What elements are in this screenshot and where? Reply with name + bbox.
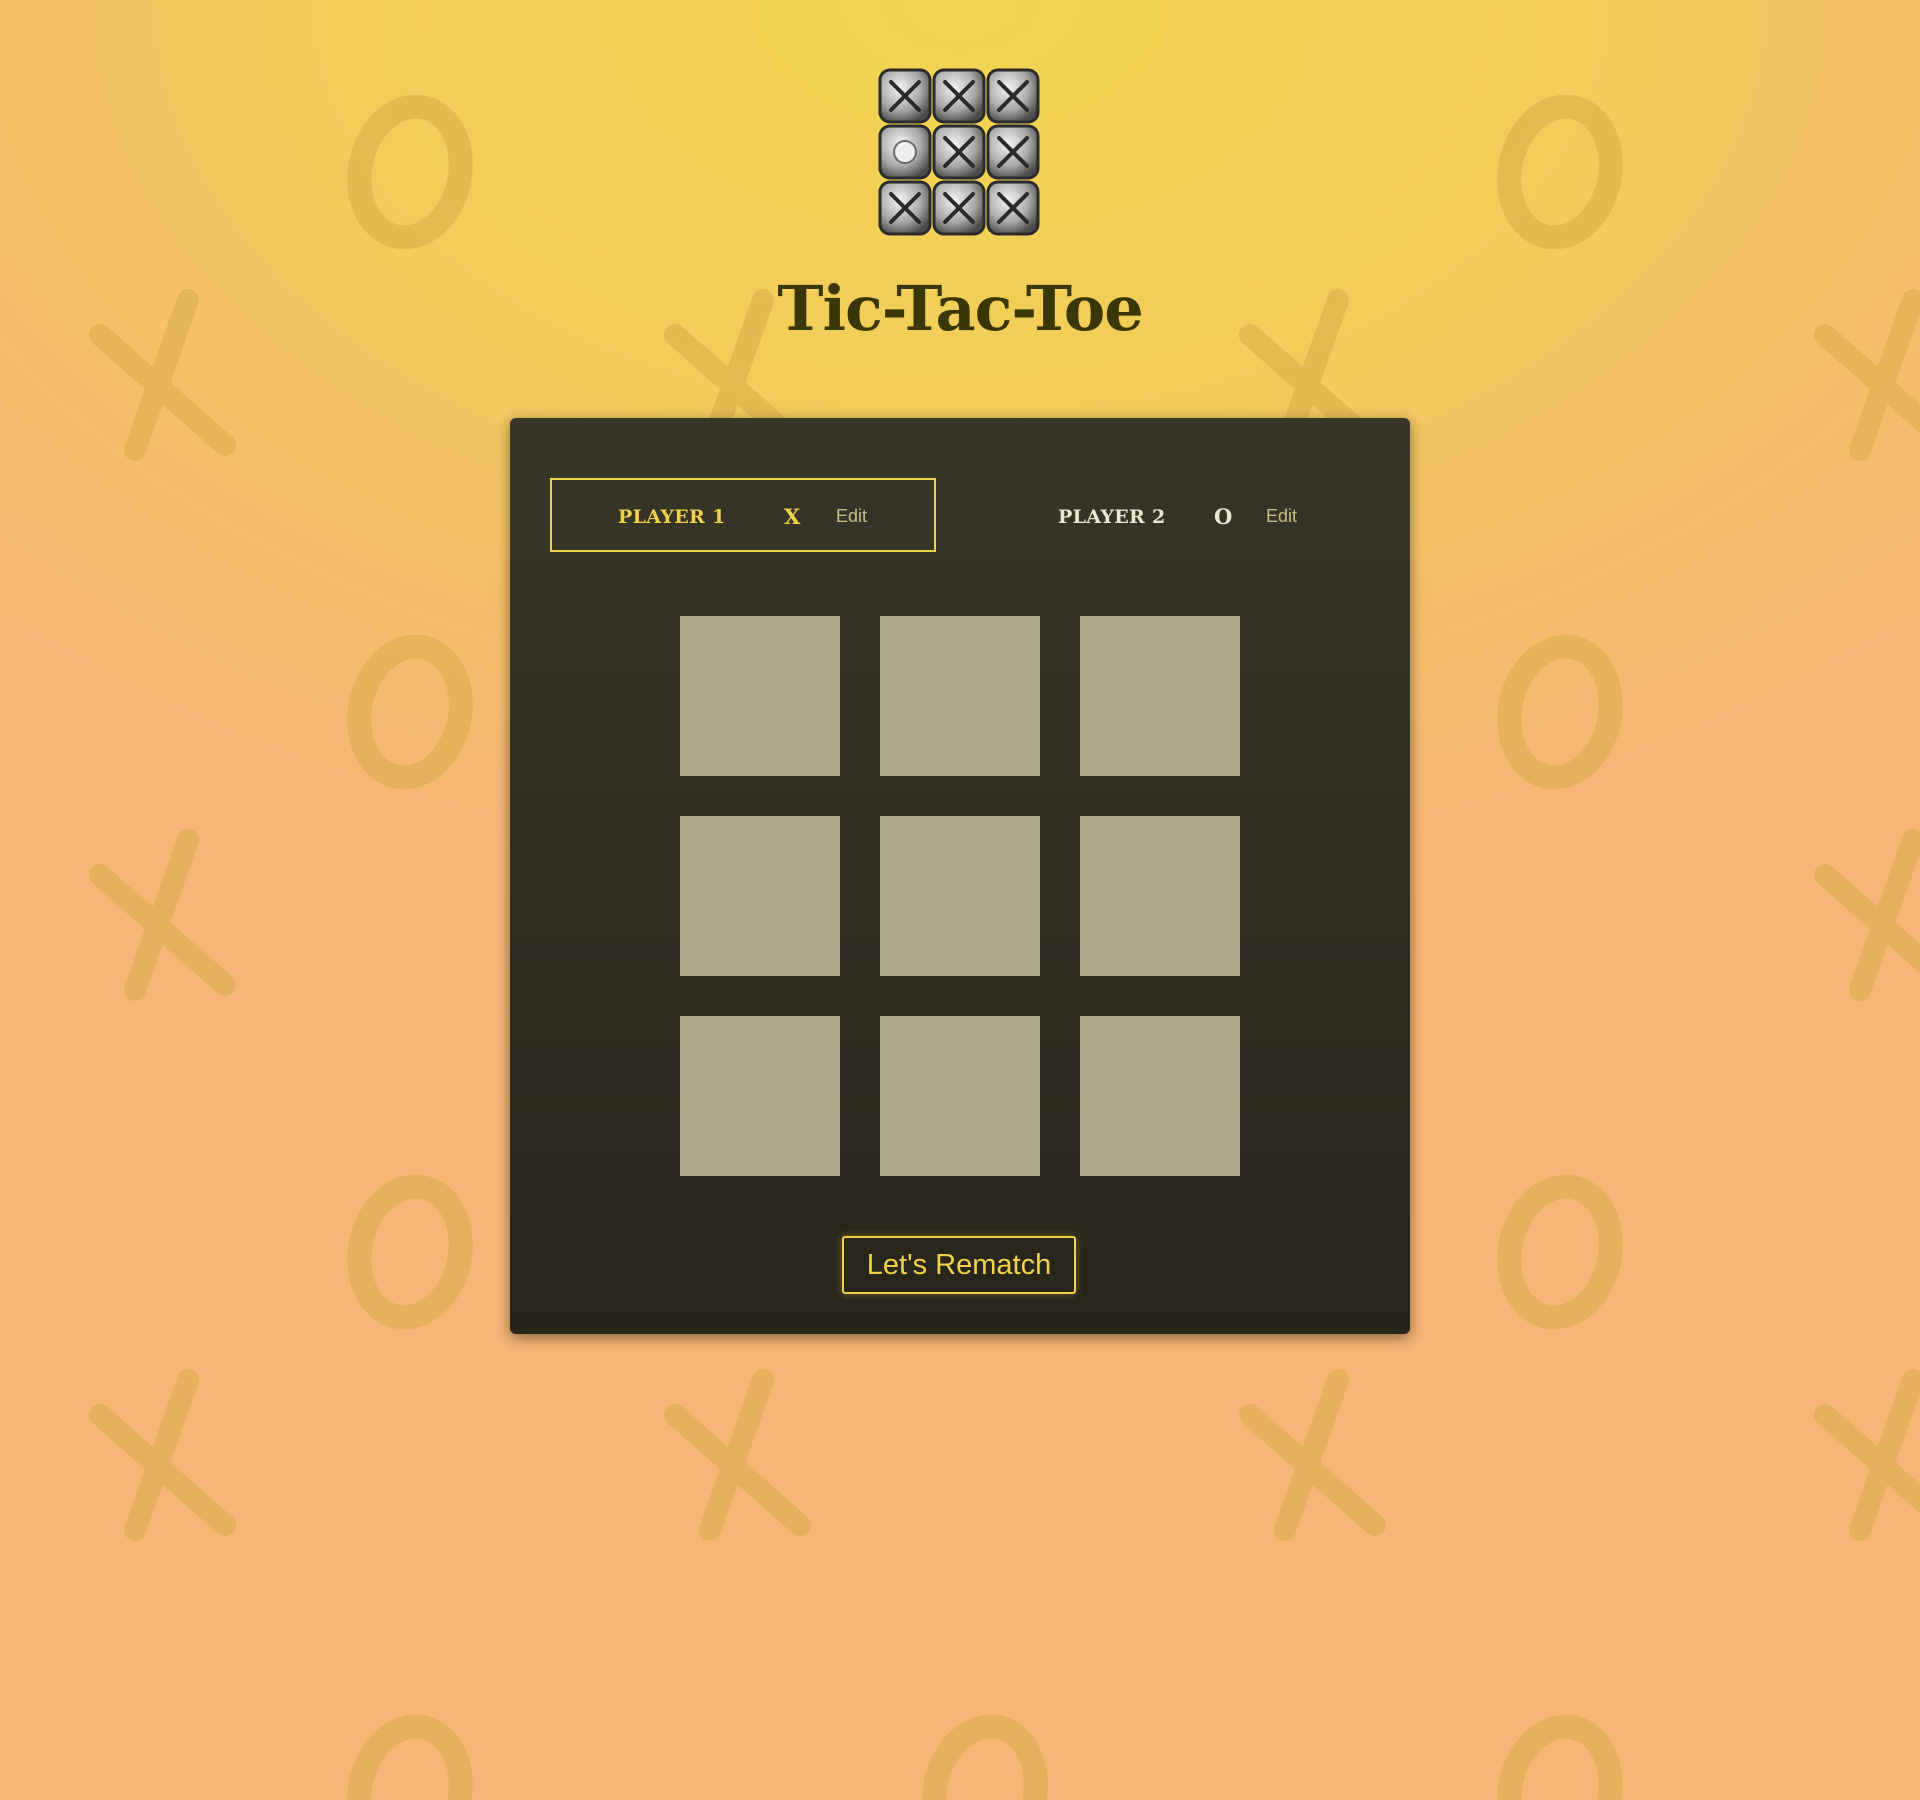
board-cell-9[interactable] <box>1080 1016 1240 1176</box>
o-pattern-icon <box>347 1714 473 1800</box>
board-cell-6[interactable] <box>1080 816 1240 976</box>
x-pattern-icon <box>1814 1369 1920 1541</box>
player-2-edit-button[interactable]: Edit <box>1266 506 1297 527</box>
o-pattern-icon <box>347 634 473 790</box>
board-cell-3[interactable] <box>1080 616 1240 776</box>
player-2-card: Player 2 O Edit <box>980 478 1366 552</box>
player-2-name: Player 2 <box>1058 506 1166 528</box>
board-cell-1[interactable] <box>680 616 840 776</box>
x-pattern-icon <box>664 1369 811 1541</box>
page-title: Tic-Tac-Toe <box>777 272 1143 345</box>
o-pattern-icon <box>1497 1174 1623 1330</box>
x-pattern-icon <box>1239 1369 1386 1541</box>
player-1-symbol: X <box>784 504 801 529</box>
board-cell-8[interactable] <box>880 1016 1040 1176</box>
tic-tac-toe-logo-icon <box>876 66 1044 242</box>
x-pattern-icon <box>89 829 236 1001</box>
board-cell-5[interactable] <box>880 816 1040 976</box>
x-pattern-icon <box>89 1369 236 1541</box>
player-1-card: Player 1 X Edit <box>550 478 936 552</box>
o-pattern-icon <box>922 1714 1048 1800</box>
board-cell-4[interactable] <box>680 816 840 976</box>
game-board <box>680 616 1240 1176</box>
o-pattern-icon <box>347 1174 473 1330</box>
game-panel: Player 1 X Edit Player 2 O Edit Let's Re… <box>510 418 1410 1334</box>
o-pattern-icon <box>1497 634 1623 790</box>
board-cell-2[interactable] <box>880 616 1040 776</box>
player-1-name: Player 1 <box>618 506 726 528</box>
o-pattern-icon <box>1497 1714 1623 1800</box>
board-cell-7[interactable] <box>680 1016 840 1176</box>
header: Tic-Tac-Toe <box>0 0 1920 400</box>
rematch-button[interactable]: Let's Rematch <box>842 1236 1076 1294</box>
x-pattern-icon <box>1814 829 1920 1001</box>
player-1-edit-button[interactable]: Edit <box>836 506 867 527</box>
player-2-symbol: O <box>1214 504 1233 529</box>
